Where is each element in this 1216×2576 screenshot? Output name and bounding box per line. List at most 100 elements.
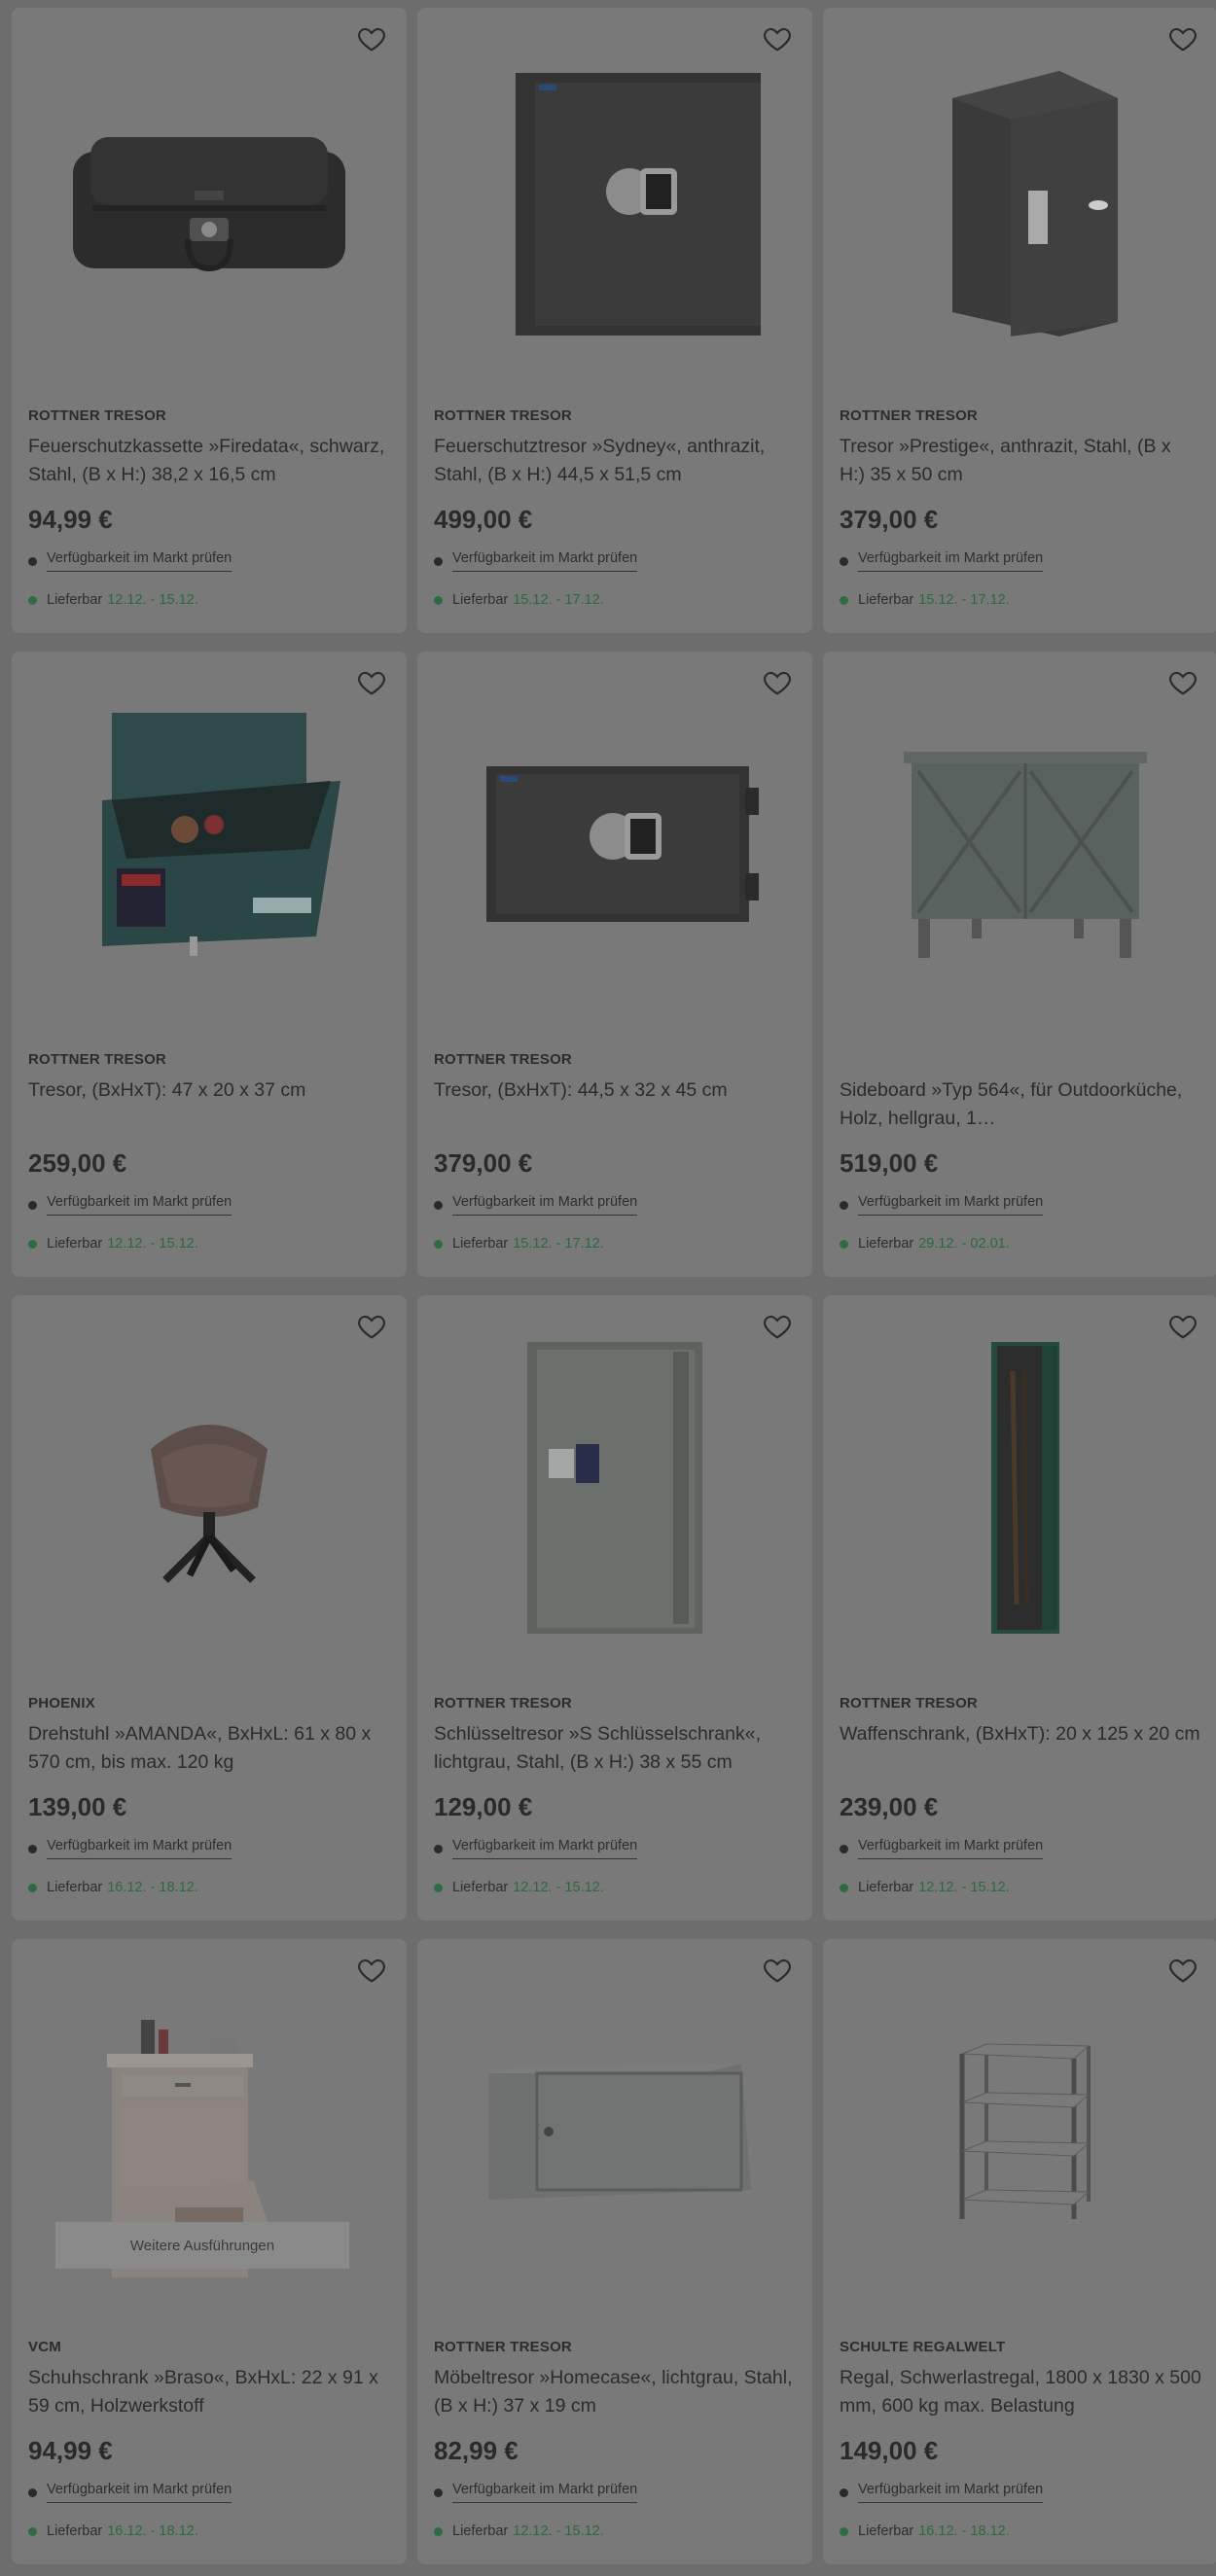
- product-price: 129,00 €: [434, 1792, 533, 1821]
- delivery-date: 12.12. - 15.12.: [918, 1880, 1010, 1895]
- availability-link[interactable]: Verfügbarkeit im Markt prüfen: [452, 2482, 638, 2503]
- heart-icon[interactable]: [1167, 1311, 1198, 1342]
- delivery-label: Lieferbar: [47, 1236, 103, 1252]
- product-card[interactable]: ROTTNER TRESOR Tresor, (BxHxT): 44,5 x 3…: [417, 652, 812, 1277]
- heart-icon[interactable]: [762, 1955, 793, 1986]
- brand-label: PHOENIX: [28, 1695, 95, 1711]
- product-card[interactable]: ROTTNER TRESOR Feuerschutzkassette »Fire…: [12, 8, 407, 633]
- furniture-safe-image[interactable]: [417, 1939, 812, 2323]
- status-dot-icon: [840, 1239, 848, 1249]
- heart-icon[interactable]: [356, 667, 387, 698]
- availability-link[interactable]: Verfügbarkeit im Markt prüfen: [47, 550, 232, 572]
- status-dot-icon: [840, 2526, 848, 2536]
- product-card[interactable]: Sideboard »Typ 564«, für Outdoorküche, H…: [823, 652, 1216, 1277]
- product-card[interactable]: ROTTNER TRESOR Tresor »Prestige«, anthra…: [823, 8, 1216, 633]
- product-title[interactable]: Tresor, (BxHxT): 47 x 20 x 37 cm: [28, 1076, 390, 1133]
- availability-link[interactable]: Verfügbarkeit im Markt prüfen: [858, 1194, 1044, 1216]
- heart-icon[interactable]: [762, 667, 793, 698]
- heart-icon[interactable]: [356, 23, 387, 54]
- availability-link[interactable]: Verfügbarkeit im Markt prüfen: [858, 1838, 1044, 1859]
- heart-icon[interactable]: [356, 1955, 387, 1986]
- delivery-date: 16.12. - 18.12.: [107, 1880, 198, 1895]
- heart-icon[interactable]: [1167, 23, 1198, 54]
- product-card[interactable]: ROTTNER TRESOR Schlüsseltresor »S Schlüs…: [417, 1295, 812, 1921]
- brand-label: [840, 1051, 1201, 1069]
- availability-row: Verfügbarkeit im Markt prüfen: [28, 1838, 232, 1859]
- product-card[interactable]: ROTTNER TRESOR Feuerschutztresor »Sydney…: [417, 8, 812, 633]
- availability-row: Verfügbarkeit im Markt prüfen: [28, 2482, 232, 2503]
- product-title[interactable]: Feuerschutztresor »Sydney«, anthrazit, S…: [434, 433, 796, 489]
- safe-prestige-image[interactable]: [823, 8, 1216, 392]
- delivery-date: 29.12. - 02.01.: [918, 1236, 1010, 1252]
- availability-link[interactable]: Verfügbarkeit im Markt prüfen: [452, 1194, 638, 1216]
- availability-link[interactable]: Verfügbarkeit im Markt prüfen: [452, 1838, 638, 1859]
- product-card[interactable]: Weitere Ausführungen VCM Schuhschrank »B…: [12, 1939, 407, 2564]
- product-card[interactable]: ROTTNER TRESOR Tresor, (BxHxT): 47 x 20 …: [12, 652, 407, 1277]
- sideboard-image[interactable]: [823, 652, 1216, 1036]
- delivery-label: Lieferbar: [452, 592, 509, 608]
- delivery-label: Lieferbar: [47, 1880, 103, 1895]
- heart-icon[interactable]: [356, 1311, 387, 1342]
- heart-icon[interactable]: [762, 23, 793, 54]
- delivery-label: Lieferbar: [452, 1236, 509, 1252]
- bullet-icon: [28, 556, 37, 566]
- delivery-row: Lieferbar 15.12. - 17.12.: [434, 592, 604, 608]
- safe-small-keypad-image[interactable]: [417, 652, 812, 1036]
- status-dot-icon: [28, 595, 37, 605]
- more-variants-button[interactable]: Weitere Ausführungen: [55, 2222, 349, 2269]
- product-title[interactable]: Möbeltresor »Homecase«, lichtgrau, Stahl…: [434, 2364, 796, 2420]
- availability-link[interactable]: Verfügbarkeit im Markt prüfen: [452, 550, 638, 572]
- availability-row: Verfügbarkeit im Markt prüfen: [28, 550, 232, 572]
- availability-link[interactable]: Verfügbarkeit im Markt prüfen: [47, 2482, 232, 2503]
- availability-link[interactable]: Verfügbarkeit im Markt prüfen: [858, 2482, 1044, 2503]
- product-title[interactable]: Waffenschrank, (BxHxT): 20 x 125 x 20 cm: [840, 1720, 1201, 1777]
- product-card[interactable]: ROTTNER TRESOR Möbeltresor »Homecase«, l…: [417, 1939, 812, 2564]
- heavy-shelf-image[interactable]: [823, 1939, 1216, 2323]
- availability-row: Verfügbarkeit im Markt prüfen: [840, 1194, 1044, 1216]
- heart-icon[interactable]: [1167, 1955, 1198, 1986]
- key-cabinet-image[interactable]: [417, 1295, 812, 1679]
- status-dot-icon: [434, 1239, 443, 1249]
- product-title[interactable]: Feuerschutzkassette »Firedata«, schwarz,…: [28, 433, 390, 489]
- product-title[interactable]: Drehstuhl »AMANDA«, BxHxL: 61 x 80 x 570…: [28, 1720, 390, 1777]
- swivel-chair-image[interactable]: [12, 1295, 407, 1679]
- status-dot-icon: [434, 2526, 443, 2536]
- bullet-icon: [840, 1200, 848, 1210]
- delivery-row: Lieferbar 15.12. - 17.12.: [840, 592, 1010, 608]
- product-price: 82,99 €: [434, 2436, 519, 2465]
- product-title[interactable]: Schuhschrank »Braso«, BxHxL: 22 x 91 x 5…: [28, 2364, 390, 2420]
- drawer-safe-image[interactable]: [12, 652, 407, 1036]
- heart-icon[interactable]: [1167, 667, 1198, 698]
- fire-box-image[interactable]: [12, 8, 407, 392]
- delivery-label: Lieferbar: [858, 1880, 914, 1895]
- bullet-icon: [28, 1844, 37, 1853]
- product-title[interactable]: Regal, Schwerlastregal, 1800 x 1830 x 50…: [840, 2364, 1201, 2420]
- product-title[interactable]: Schlüsseltresor »S Schlüsselschrank«, li…: [434, 1720, 796, 1777]
- delivery-row: Lieferbar 12.12. - 15.12.: [434, 2523, 604, 2539]
- product-card[interactable]: SCHULTE REGALWELT Regal, Schwerlastregal…: [823, 1939, 1216, 2564]
- delivery-date: 15.12. - 17.12.: [513, 1236, 604, 1252]
- product-title[interactable]: Tresor, (BxHxT): 44,5 x 32 x 45 cm: [434, 1076, 796, 1133]
- delivery-row: Lieferbar 16.12. - 18.12.: [28, 2523, 198, 2539]
- product-price: 519,00 €: [840, 1148, 939, 1178]
- bullet-icon: [28, 1200, 37, 1210]
- availability-link[interactable]: Verfügbarkeit im Markt prüfen: [47, 1194, 232, 1216]
- product-title[interactable]: Sideboard »Typ 564«, für Outdoorküche, H…: [840, 1076, 1201, 1133]
- availability-link[interactable]: Verfügbarkeit im Markt prüfen: [858, 550, 1044, 572]
- delivery-date: 12.12. - 15.12.: [513, 1880, 604, 1895]
- bullet-icon: [840, 1844, 848, 1853]
- gun-cabinet-image[interactable]: [823, 1295, 1216, 1679]
- status-dot-icon: [840, 1883, 848, 1892]
- product-card[interactable]: ROTTNER TRESOR Waffenschrank, (BxHxT): 2…: [823, 1295, 1216, 1921]
- delivery-label: Lieferbar: [452, 2523, 509, 2539]
- bullet-icon: [840, 2488, 848, 2497]
- brand-label: ROTTNER TRESOR: [434, 2339, 572, 2355]
- delivery-label: Lieferbar: [858, 592, 914, 608]
- heart-icon[interactable]: [762, 1311, 793, 1342]
- availability-link[interactable]: Verfügbarkeit im Markt prüfen: [47, 1838, 232, 1859]
- product-title[interactable]: Tresor »Prestige«, anthrazit, Stahl, (B …: [840, 433, 1201, 489]
- safe-tall-keypad-image[interactable]: [417, 8, 812, 392]
- product-card[interactable]: PHOENIX Drehstuhl »AMANDA«, BxHxL: 61 x …: [12, 1295, 407, 1921]
- brand-label: ROTTNER TRESOR: [434, 1051, 572, 1068]
- bullet-icon: [434, 556, 443, 566]
